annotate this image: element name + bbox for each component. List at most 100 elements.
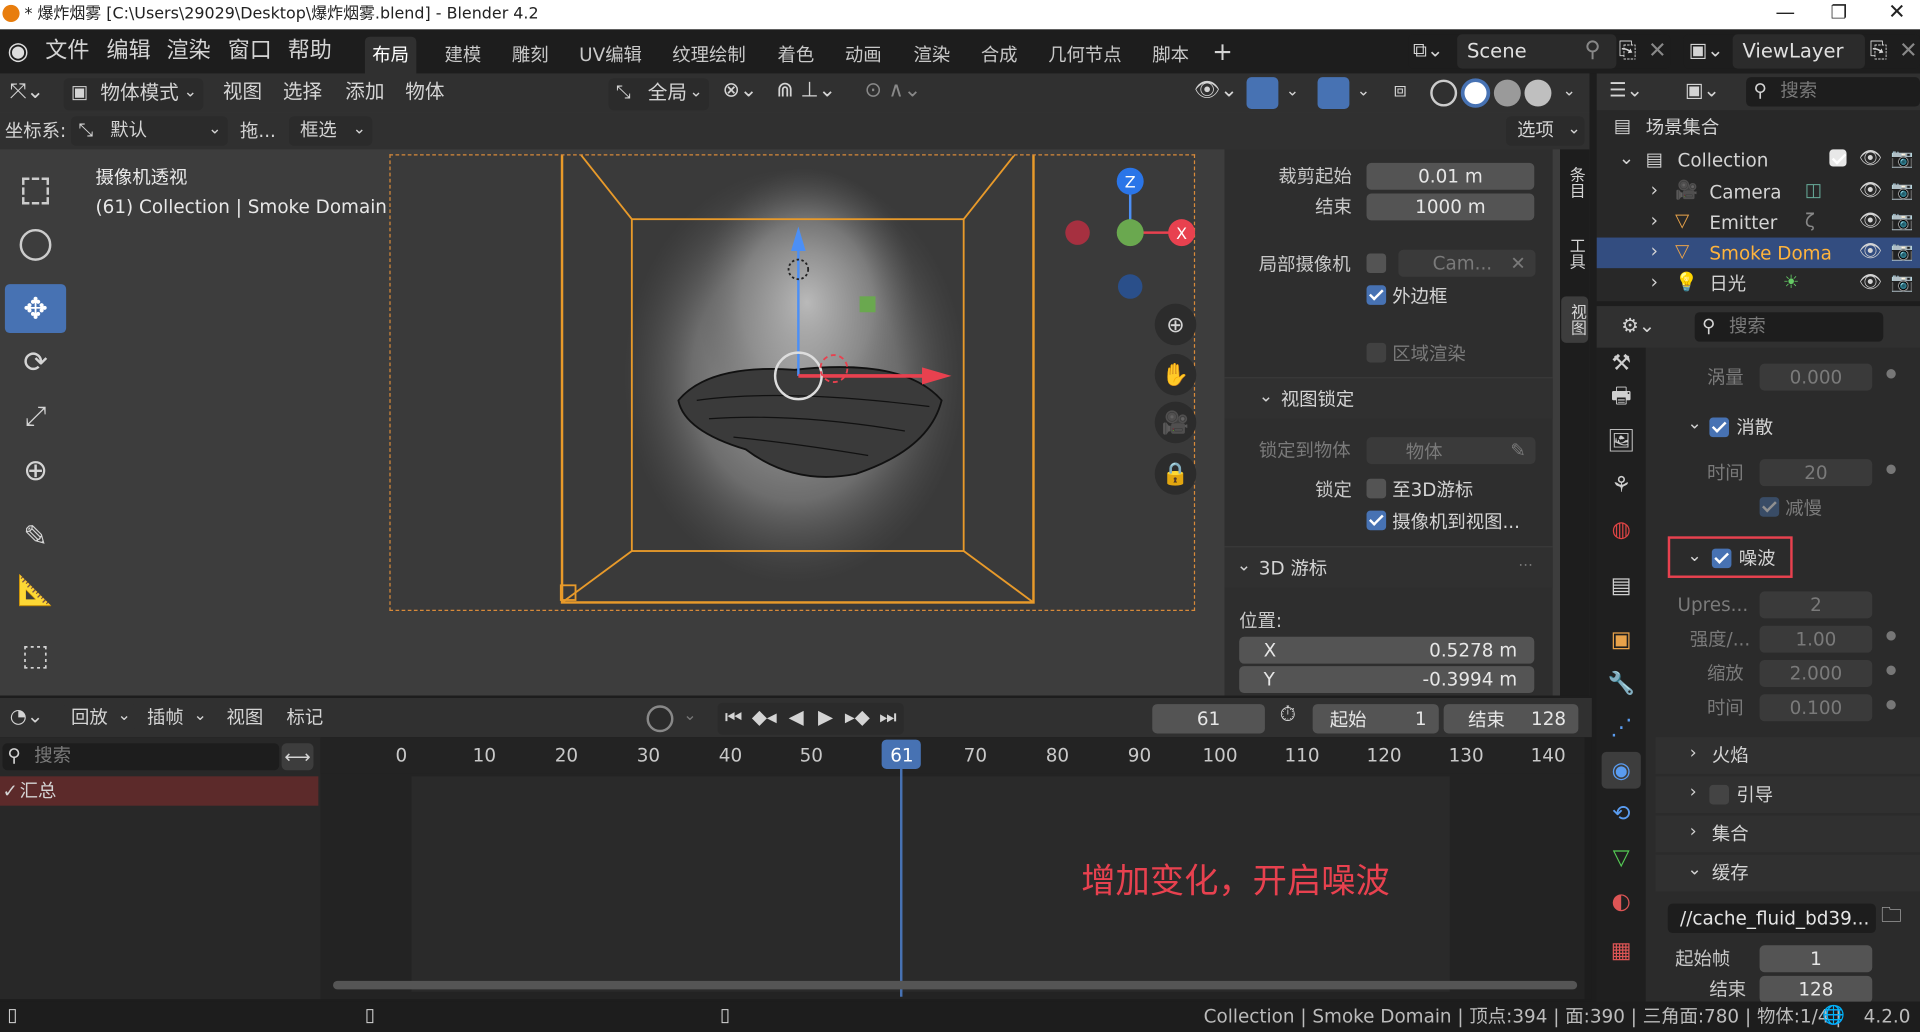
keyframe-dot-icon[interactable]: ● bbox=[1886, 664, 1897, 677]
outliner-editor-icon[interactable]: ☰⌄ bbox=[1609, 80, 1643, 101]
particles-tab-icon[interactable]: ⋰ bbox=[1607, 713, 1636, 742]
tool-cursor[interactable] bbox=[5, 220, 66, 269]
xray-icon[interactable]: ⧈ bbox=[1393, 80, 1406, 102]
swap-arrows-icon[interactable]: ⟷ bbox=[281, 743, 314, 771]
eye-icon[interactable]: 👁 bbox=[1859, 181, 1882, 199]
object-tab-icon[interactable]: ▣ bbox=[1607, 624, 1636, 653]
scene-tab-icon[interactable]: ⚘ bbox=[1607, 470, 1636, 499]
tab-sculpt[interactable]: 雕刻 bbox=[504, 37, 555, 74]
tab-animation[interactable]: 动画 bbox=[838, 37, 889, 74]
prev-keyframe-icon[interactable]: ◆◂ bbox=[752, 707, 777, 728]
guide-panel-header[interactable]: › 引导 bbox=[1655, 776, 1920, 814]
start-frame-field[interactable]: 1 bbox=[1759, 945, 1873, 973]
pan-hand-icon[interactable]: ✋ bbox=[1154, 353, 1197, 396]
shading-rendered-icon[interactable] bbox=[1524, 79, 1552, 107]
tab-uv[interactable]: UV编辑 bbox=[572, 37, 649, 74]
clear-icon[interactable]: ✕ bbox=[1510, 252, 1525, 274]
texture-tab-icon[interactable]: ▦ bbox=[1607, 936, 1636, 965]
remove-scene-icon[interactable]: ✕ bbox=[1648, 40, 1666, 62]
menu-add[interactable]: 添加 bbox=[345, 81, 384, 102]
menu-help[interactable]: 帮助 bbox=[288, 40, 332, 62]
next-keyframe-icon[interactable]: ▸◆ bbox=[845, 707, 870, 728]
tool-select-box[interactable] bbox=[5, 167, 66, 216]
guide-checkbox[interactable] bbox=[1709, 784, 1729, 805]
camera-render-icon[interactable]: 📷 bbox=[1891, 242, 1914, 260]
summary-row[interactable]: ✓ 汇总 bbox=[0, 776, 319, 806]
editor-type-icon[interactable]: ⤧⌄ bbox=[10, 81, 44, 103]
coord-dropdown[interactable]: ⤡ 默认 ⌄ bbox=[71, 116, 228, 146]
transform-orientation-dropdown[interactable]: ⤡ 全局 ⌄ bbox=[608, 78, 709, 111]
clip-start-field[interactable]: 0.01 m bbox=[1366, 162, 1535, 190]
tab-texture-paint[interactable]: 纹理绘制 bbox=[665, 37, 753, 74]
menu-view[interactable]: 视图 bbox=[223, 81, 262, 102]
proportional-edit-icon[interactable]: ⊙ ∧⌄ bbox=[864, 80, 921, 102]
viewlayer-selector[interactable]: ▣⌄ ViewLayer ⎘ ✕ bbox=[1683, 34, 1920, 69]
collection-tab-icon[interactable]: ▤ bbox=[1607, 571, 1636, 600]
gizmo-y[interactable] bbox=[1116, 219, 1144, 247]
maximize-icon[interactable]: ❐ bbox=[1831, 3, 1847, 22]
overlay-toggle-icon[interactable] bbox=[1317, 77, 1350, 109]
fire-panel-header[interactable]: › 火焰 bbox=[1655, 737, 1920, 774]
camera-render-icon[interactable]: 📷 bbox=[1891, 272, 1914, 291]
menu-edit[interactable]: 编辑 bbox=[107, 40, 151, 62]
cache-path-field[interactable]: //cache_fluid_bd39... bbox=[1667, 903, 1876, 934]
gizmo-neg-z[interactable] bbox=[1117, 274, 1143, 299]
chevron-right-icon[interactable]: › bbox=[1651, 181, 1658, 199]
cursor-section-header[interactable]: ⌄ 3D 游标 ⋯ bbox=[1224, 546, 1553, 588]
local-camera-field[interactable]: Cam... ✕ bbox=[1398, 249, 1536, 277]
navigation-gizmo[interactable]: Z X bbox=[1063, 167, 1198, 314]
time-field[interactable]: 20 bbox=[1759, 459, 1873, 487]
current-frame-field[interactable]: 61 bbox=[1152, 704, 1265, 734]
menu-window[interactable]: 窗口 bbox=[228, 40, 272, 62]
upres-field[interactable]: 2 bbox=[1759, 591, 1873, 619]
physics-tab-icon[interactable]: ◉ bbox=[1601, 751, 1641, 789]
viewport-3d[interactable]: ⤧⌄ ▣ 物体模式 ⌄ 视图 选择 添加 物体 ⤡ 全局 ⌄ ⊗⌄ ⋒ ⊥⌄ ⊙… bbox=[0, 73, 1590, 696]
tab-compositing[interactable]: 合成 bbox=[973, 37, 1024, 74]
tool-rotate[interactable]: ⟳ bbox=[5, 338, 66, 387]
chevron-right-icon[interactable]: › bbox=[1651, 211, 1658, 230]
eyedropper-icon[interactable]: ✎ bbox=[1510, 440, 1525, 462]
tab-tool[interactable]: 工具 bbox=[1562, 230, 1586, 277]
tab-item[interactable]: 条目 bbox=[1562, 159, 1586, 206]
jump-end-icon[interactable]: ⏭ bbox=[879, 707, 897, 728]
chevron-right-icon[interactable]: › bbox=[1651, 242, 1658, 260]
keyframe-dot-icon[interactable]: ● bbox=[1886, 630, 1897, 643]
end-frame-field[interactable]: 128 bbox=[1759, 975, 1873, 1003]
scene-selector[interactable]: ⧉⌄ Scene ⚲ ⎘ ✕ bbox=[1408, 34, 1671, 69]
tool-move[interactable]: ✥ bbox=[4, 284, 67, 334]
scale-field[interactable]: 2.000 bbox=[1759, 660, 1873, 687]
lock-to-object-field[interactable]: 物体 ✎ bbox=[1366, 437, 1536, 465]
local-camera-checkbox[interactable] bbox=[1366, 253, 1387, 274]
remove-viewlayer-icon[interactable]: ✕ bbox=[1899, 40, 1917, 62]
timeline-view-menu[interactable]: 视图 bbox=[227, 708, 264, 727]
data-tab-icon[interactable]: ▽ bbox=[1607, 842, 1636, 871]
output-tab-icon[interactable]: 🖼 bbox=[1607, 426, 1636, 455]
tab-view[interactable]: 视图 bbox=[1561, 296, 1589, 343]
new-scene-icon[interactable]: ⎘ bbox=[1619, 40, 1637, 62]
new-viewlayer-icon[interactable]: ⎘ bbox=[1870, 40, 1888, 62]
timeline-editor-icon[interactable]: ◔⌄ bbox=[10, 706, 44, 727]
add-workspace-icon[interactable]: + bbox=[1212, 39, 1233, 63]
slow-checkbox[interactable] bbox=[1759, 497, 1780, 517]
auto-keying-icon[interactable] bbox=[646, 705, 674, 733]
play-icon[interactable]: ▶ bbox=[818, 707, 833, 728]
jump-start-icon[interactable]: ⏮ bbox=[725, 707, 743, 728]
menu-select[interactable]: 选择 bbox=[283, 81, 322, 102]
chevron-right-icon[interactable]: › bbox=[1651, 272, 1658, 291]
camera-to-view-checkbox[interactable] bbox=[1366, 510, 1387, 531]
timeline-scrollbar[interactable] bbox=[333, 980, 1578, 990]
start-frame-timeline-field[interactable]: 起始 1 bbox=[1312, 704, 1439, 734]
lock-3d-cursor-checkbox[interactable] bbox=[1366, 478, 1387, 499]
vorticity-field[interactable]: 0.000 bbox=[1759, 363, 1873, 391]
collection-exclude-checkbox[interactable] bbox=[1829, 149, 1847, 167]
gizmo-neg-x[interactable] bbox=[1065, 220, 1090, 245]
noise-panel-header[interactable]: ⌄ 噪波 bbox=[1667, 536, 1793, 578]
tool-transform[interactable]: ⊕ bbox=[5, 446, 66, 495]
outliner-row-emitter[interactable]: › ▽ Emitter ζ 👁 📷 bbox=[1597, 207, 1920, 238]
view-lock-header[interactable]: ⌄ 视图锁定 bbox=[1224, 377, 1553, 419]
menu-object[interactable]: 物体 bbox=[405, 81, 444, 102]
pivot-icon[interactable]: ⊗⌄ bbox=[722, 80, 757, 102]
strength-field[interactable]: 1.00 bbox=[1759, 625, 1873, 653]
constraints-tab-icon[interactable]: ⟲ bbox=[1607, 798, 1636, 827]
shading-material-icon[interactable] bbox=[1493, 79, 1521, 107]
